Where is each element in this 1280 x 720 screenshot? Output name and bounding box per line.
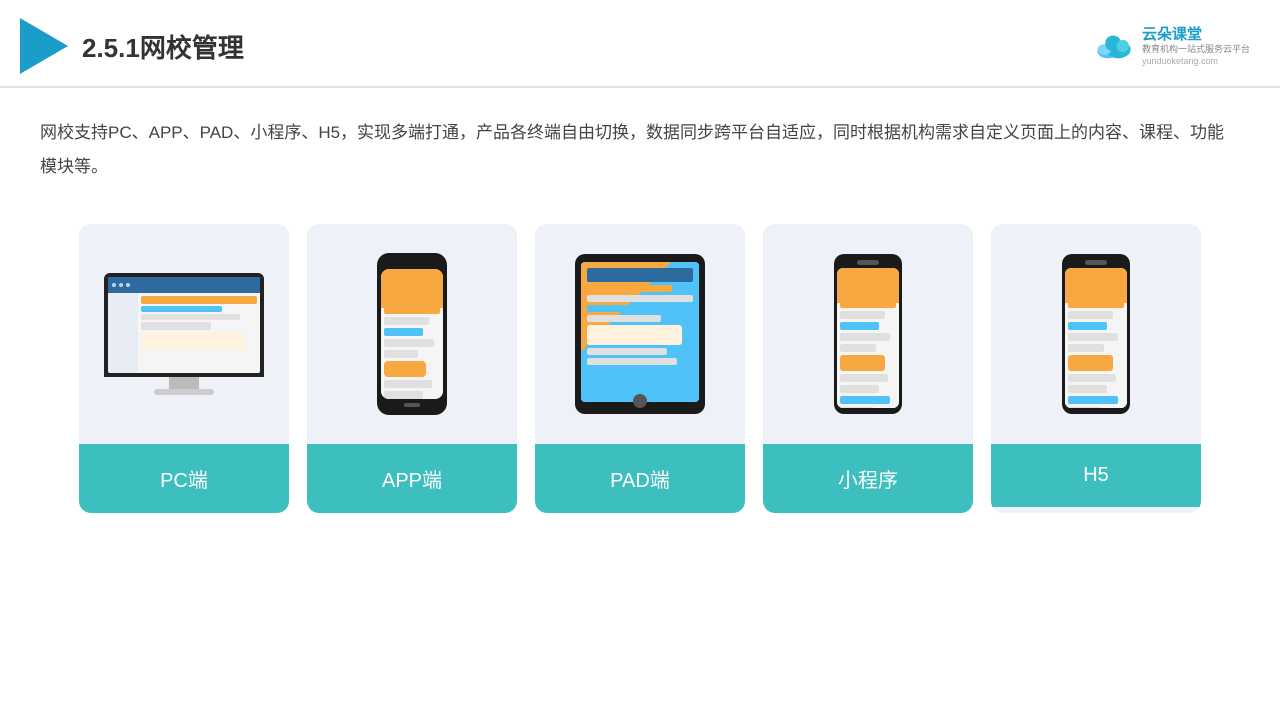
cards-container: PC端 — [0, 194, 1280, 513]
cloud-icon — [1092, 32, 1136, 60]
card-pc: PC端 — [79, 224, 289, 513]
page-title: 2.5.1网校管理 — [82, 28, 244, 65]
brand-logo: 云朵课堂 教育机构一站式服务云平台 yunduoketang.com — [1092, 26, 1250, 66]
pc-image-area — [79, 224, 289, 444]
brand-tagline1: 教育机构一站式服务云平台 — [1142, 44, 1250, 55]
header: 2.5.1网校管理 云朵课堂 教育机构一站式服务云平台 yunduoketang… — [0, 0, 1280, 88]
h5-device-mock — [1062, 254, 1130, 414]
miniprogram-image-area — [763, 224, 973, 444]
brand-name: 云朵课堂 — [1142, 26, 1202, 44]
logo-triangle-icon — [20, 18, 68, 74]
pc-label: PC端 — [79, 444, 289, 513]
pad-device-mock — [575, 254, 705, 414]
card-app: APP端 — [307, 224, 517, 513]
app-device-mock — [377, 253, 447, 415]
pad-image-area — [535, 224, 745, 444]
miniprogram-label: 小程序 — [763, 444, 973, 513]
header-left: 2.5.1网校管理 — [20, 18, 244, 74]
card-h5: H5 — [991, 224, 1201, 513]
brand-logo-area: 云朵课堂 教育机构一站式服务云平台 yunduoketang.com — [1092, 26, 1250, 66]
card-pad: PAD端 — [535, 224, 745, 513]
card-miniprogram: 小程序 — [763, 224, 973, 513]
pc-device-mock — [104, 273, 264, 395]
miniprogram-device-mock — [834, 254, 902, 414]
app-image-area — [307, 224, 517, 444]
brand-url: yunduoketang.com — [1142, 56, 1218, 66]
brand-text: 云朵课堂 教育机构一站式服务云平台 yunduoketang.com — [1142, 26, 1250, 66]
pad-label: PAD端 — [535, 444, 745, 513]
h5-label: H5 — [991, 444, 1201, 507]
app-label: APP端 — [307, 444, 517, 513]
description-text: 网校支持PC、APP、PAD、小程序、H5，实现多端打通，产品各终端自由切换，数… — [0, 88, 1280, 194]
h5-image-area — [991, 224, 1201, 444]
